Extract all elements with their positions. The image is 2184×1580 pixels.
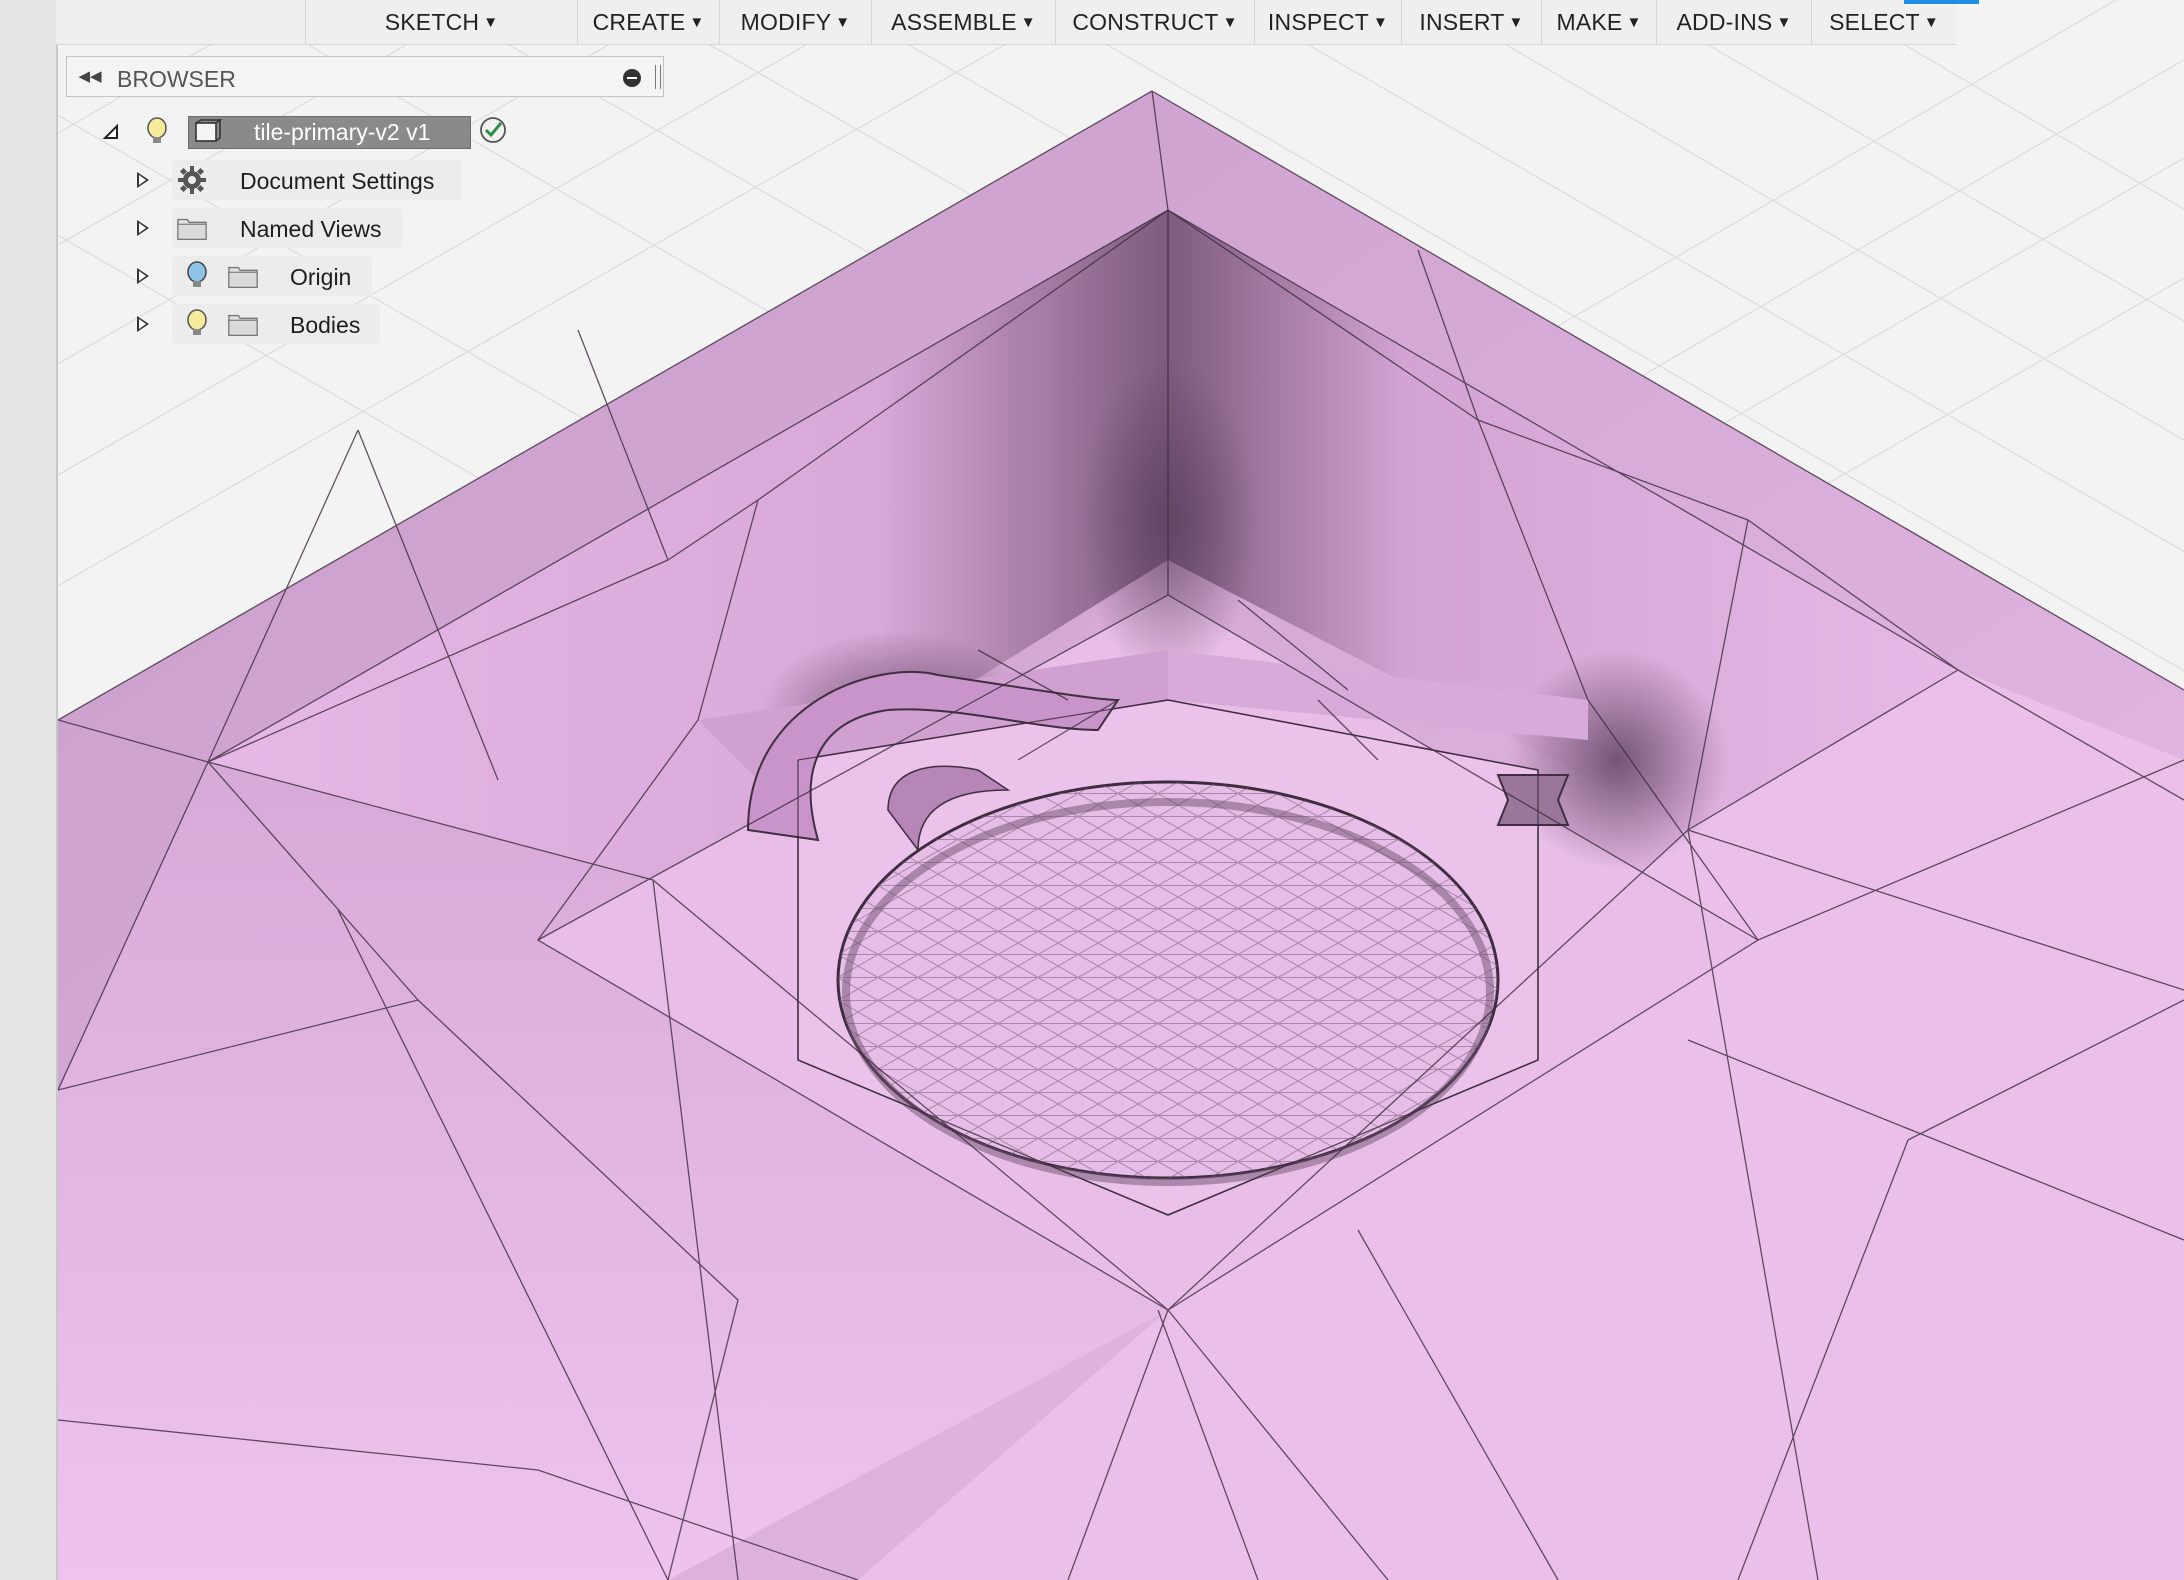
select-active-indicator xyxy=(1904,0,1979,4)
caret-down-icon: ▼ xyxy=(1373,13,1389,31)
toolbar-left-spacer xyxy=(56,0,306,44)
gear-icon xyxy=(177,165,207,195)
caret-down-icon: ▼ xyxy=(689,13,705,31)
insert-menu-label: INSERT xyxy=(1419,8,1505,35)
expand-triangle-icon[interactable] xyxy=(132,313,154,335)
minus-circle-icon[interactable] xyxy=(623,69,641,87)
folder-icon xyxy=(177,213,207,243)
modify-menu-label: MODIFY xyxy=(740,8,832,35)
modify-menu[interactable]: MODIFY ▼ xyxy=(720,0,872,44)
lightbulb-icon[interactable] xyxy=(182,309,212,339)
folder-icon xyxy=(228,261,258,291)
tree-node-label: Named Views xyxy=(240,216,382,242)
sketch-menu-label: SKETCH xyxy=(384,8,480,35)
sketch-menu[interactable]: SKETCH ▼ xyxy=(306,0,578,44)
create-menu[interactable]: CREATE ▼ xyxy=(578,0,720,44)
tree-node-bodies[interactable]: Bodies xyxy=(132,304,380,344)
left-edge-strip xyxy=(0,0,58,1580)
inspect-menu-label: INSPECT xyxy=(1267,8,1370,35)
component-icon xyxy=(192,117,222,147)
caret-down-icon: ▼ xyxy=(1020,13,1036,31)
double-chevron-left-icon[interactable]: ◀◀ xyxy=(77,65,103,87)
tree-node-label: Document Settings xyxy=(240,168,435,194)
select-menu-label: SELECT xyxy=(1829,8,1920,35)
expand-triangle-icon[interactable] xyxy=(132,265,154,287)
caret-down-icon: ▼ xyxy=(835,13,851,31)
assemble-menu[interactable]: ASSEMBLE ▼ xyxy=(872,0,1056,44)
create-menu-label: CREATE xyxy=(592,8,686,35)
insert-menu[interactable]: INSERT ▼ xyxy=(1402,0,1542,44)
tree-node-named-views[interactable]: Named Views xyxy=(132,208,402,248)
caret-down-icon: ▼ xyxy=(1923,13,1939,31)
caret-down-icon: ▼ xyxy=(483,13,499,31)
folder-icon xyxy=(228,309,258,339)
root-component-label[interactable]: tile-primary-v2 v1 xyxy=(254,119,430,146)
construct-menu-label: CONSTRUCT xyxy=(1072,8,1219,35)
browser-title: BROWSER xyxy=(117,66,236,92)
expand-triangle-icon[interactable] xyxy=(132,169,154,191)
browser-panel-header[interactable]: ◀◀ BROWSER xyxy=(66,56,664,97)
lightbulb-icon[interactable] xyxy=(182,261,212,291)
tree-node-label: Origin xyxy=(290,264,352,290)
add-ins-menu-label: ADD-INS xyxy=(1676,8,1773,35)
caret-down-icon: ▼ xyxy=(1776,13,1792,31)
check-circle-icon xyxy=(478,115,508,145)
make-menu-label: MAKE xyxy=(1556,8,1623,35)
add-ins-menu[interactable]: ADD-INS ▼ xyxy=(1657,0,1812,44)
lightbulb-icon[interactable] xyxy=(142,117,172,147)
caret-down-icon: ▼ xyxy=(1626,13,1642,31)
make-menu[interactable]: MAKE ▼ xyxy=(1542,0,1657,44)
tree-node-label: Bodies xyxy=(290,312,361,338)
main-toolbar: SKETCH ▼ CREATE ▼ MODIFY ▼ ASSEMBLE ▼ CONSTR… xyxy=(56,0,1979,45)
select-menu[interactable]: SELECT ▼ xyxy=(1812,0,1956,44)
panel-resize-handle[interactable] xyxy=(655,65,661,89)
collapse-triangle-icon[interactable] xyxy=(100,121,122,143)
caret-down-icon: ▼ xyxy=(1508,13,1524,31)
corner-notch xyxy=(1496,774,1570,826)
assemble-menu-label: ASSEMBLE xyxy=(891,8,1017,35)
expand-triangle-icon[interactable] xyxy=(132,217,154,239)
inspect-menu[interactable]: INSPECT ▼ xyxy=(1255,0,1402,44)
caret-down-icon: ▼ xyxy=(1222,13,1238,31)
tree-node-document-settings[interactable]: Document Settings xyxy=(132,160,462,200)
tree-node-origin[interactable]: Origin xyxy=(132,256,372,296)
construct-menu[interactable]: CONSTRUCT ▼ xyxy=(1056,0,1255,44)
